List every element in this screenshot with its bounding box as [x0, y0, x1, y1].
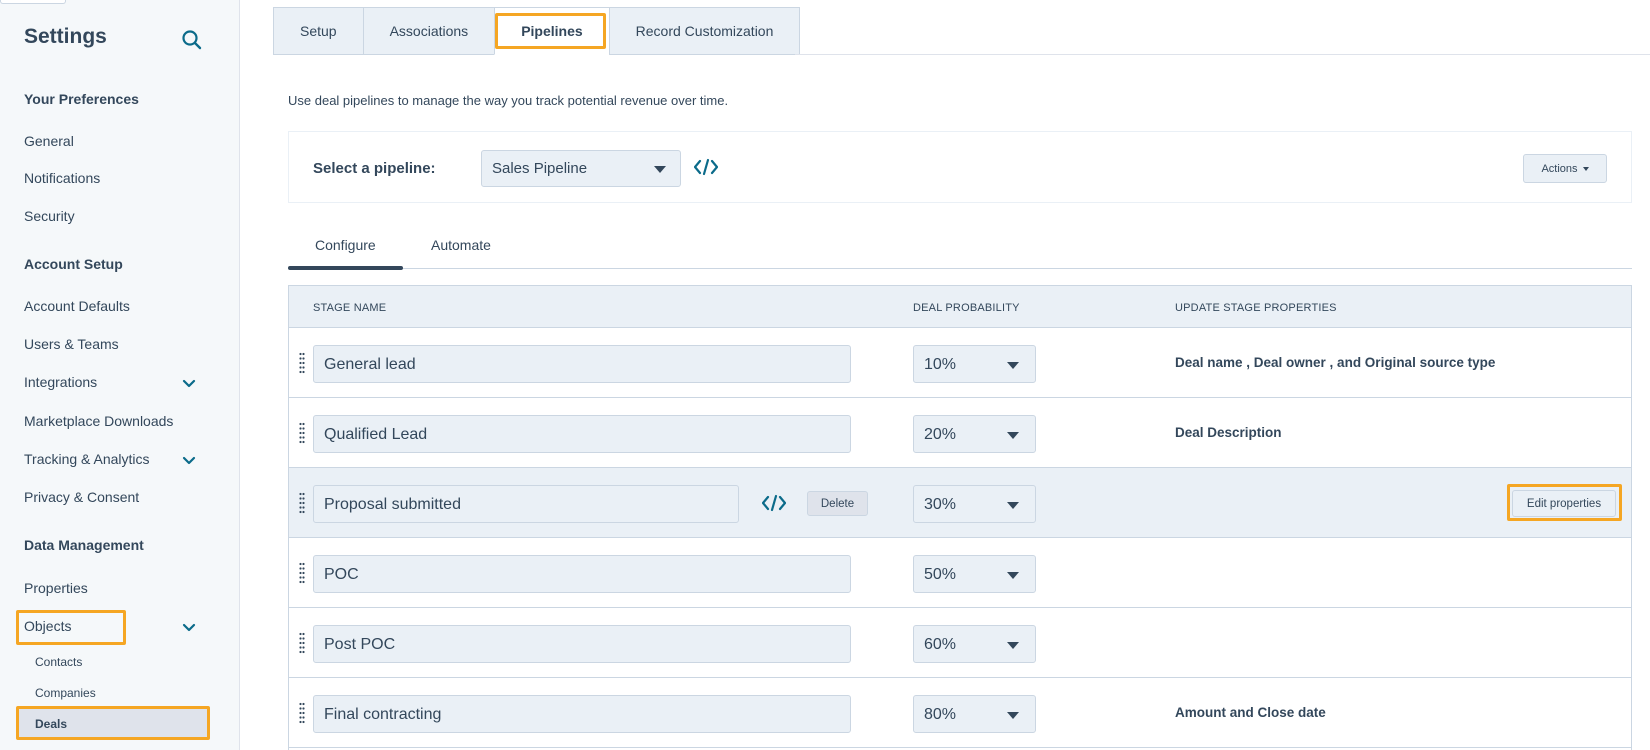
drag-handle-icon[interactable] [299, 352, 305, 374]
deal-probability-dropdown[interactable]: 50% [913, 555, 1036, 593]
stage-name-input[interactable]: Proposal submitted [313, 485, 739, 523]
actions-button-label: Actions [1541, 162, 1578, 175]
stage-name-input[interactable]: General lead [313, 345, 851, 383]
stage-properties-text: Amount and Close date [1175, 705, 1326, 720]
section-data-management: Data Management [24, 537, 144, 553]
table-row[interactable]: Final contracting 80% Amount and Close d… [289, 678, 1631, 748]
drag-handle-icon[interactable] [299, 632, 305, 654]
stage-name-value: Final contracting [324, 706, 442, 723]
stage-name-input[interactable]: Post POC [313, 625, 851, 663]
stage-name-input[interactable]: POC [313, 555, 851, 593]
stage-name-input[interactable]: Final contracting [313, 695, 851, 733]
deal-probability-value: 80% [924, 706, 957, 723]
table-row[interactable]: Proposal submitted Delete 30% Edit prope… [289, 468, 1631, 538]
caret-down-icon [654, 166, 666, 173]
table-row[interactable]: General lead 10% Deal name , Deal owner … [289, 328, 1631, 398]
sidebar-subitem-companies[interactable]: Companies [35, 686, 96, 700]
drag-handle-icon[interactable] [299, 562, 305, 584]
pipeline-dropdown-value: Sales Pipeline [492, 160, 588, 177]
chevron-down-icon[interactable] [181, 621, 197, 633]
stage-name-value: Qualified Lead [324, 426, 428, 443]
deal-probability-value: 10% [924, 356, 957, 373]
stage-name-input[interactable]: Qualified Lead [313, 415, 851, 453]
column-header-deal-probability: DEAL PROBABILITY [913, 302, 1020, 314]
sidebar-item-general[interactable]: General [24, 133, 74, 149]
table-row[interactable]: POC 50% [289, 538, 1631, 608]
stage-name-value: Proposal submitted [324, 496, 461, 513]
tab-automate[interactable]: Automate [431, 237, 491, 253]
chevron-down-icon[interactable] [181, 377, 197, 389]
deal-probability-dropdown[interactable]: 20% [913, 415, 1036, 453]
table-row[interactable]: Qualified Lead 20% Deal Description [289, 398, 1631, 468]
sidebar-subitem-contacts[interactable]: Contacts [35, 655, 82, 669]
caret-down-icon [1007, 712, 1019, 719]
tabs-divider [795, 54, 1650, 55]
deal-probability-value: 20% [924, 426, 957, 443]
sidebar-top-tab[interactable] [0, 0, 66, 4]
sidebar-item-users-teams[interactable]: Users & Teams [24, 336, 119, 352]
caret-down-icon [1007, 362, 1019, 369]
pipeline-dropdown[interactable]: Sales Pipeline [481, 150, 681, 187]
caret-down-icon [1007, 502, 1019, 509]
tab-configure[interactable]: Configure [315, 237, 376, 253]
sidebar-item-notifications[interactable]: Notifications [24, 170, 100, 186]
sidebar-item-marketplace-downloads[interactable]: Marketplace Downloads [24, 413, 173, 429]
pipeline-select-label: Select a pipeline: [313, 160, 436, 177]
settings-sidebar: Settings Your Preferences General Notifi… [0, 0, 240, 750]
section-account-setup: Account Setup [24, 256, 123, 272]
sidebar-item-objects[interactable]: Objects [24, 618, 71, 634]
sub-tabs-divider [288, 268, 1632, 269]
stage-name-value: Post POC [324, 636, 396, 653]
stages-table: STAGE NAME DEAL PROBABILITY UPDATE STAGE… [288, 285, 1632, 750]
stage-name-value: General lead [324, 356, 416, 373]
deal-probability-dropdown[interactable]: 10% [913, 345, 1036, 383]
sidebar-item-account-defaults[interactable]: Account Defaults [24, 298, 130, 314]
code-embed-icon[interactable] [761, 494, 787, 517]
tab-setup[interactable]: Setup [273, 7, 363, 55]
column-header-update-stage-properties: UPDATE STAGE PROPERTIES [1175, 302, 1337, 314]
section-your-preferences: Your Preferences [24, 91, 139, 107]
caret-down-icon [1582, 166, 1589, 171]
tab-record-customization[interactable]: Record Customization [608, 7, 801, 55]
deal-probability-dropdown[interactable]: 80% [913, 695, 1036, 733]
column-header-stage-name: STAGE NAME [313, 302, 387, 314]
intro-text: Use deal pipelines to manage the way you… [288, 93, 729, 108]
table-row[interactable]: Post POC 60% [289, 608, 1631, 678]
deal-probability-value: 30% [924, 496, 957, 513]
tab-associations[interactable]: Associations [362, 7, 495, 55]
drag-handle-icon[interactable] [299, 492, 305, 514]
actions-button[interactable]: Actions [1523, 154, 1607, 183]
sidebar-subitem-deals[interactable]: Deals [35, 717, 67, 731]
deal-probability-dropdown[interactable]: 30% [913, 485, 1036, 523]
delete-stage-button[interactable]: Delete [807, 491, 868, 516]
drag-handle-icon[interactable] [299, 422, 305, 444]
code-embed-icon[interactable] [693, 158, 719, 181]
stage-properties-text: Deal Description [1175, 425, 1282, 440]
edit-properties-button[interactable]: Edit properties [1512, 490, 1616, 517]
sidebar-item-security[interactable]: Security [24, 208, 75, 224]
chevron-down-icon[interactable] [181, 454, 197, 466]
search-icon[interactable] [180, 28, 204, 52]
tab-pipelines[interactable]: Pipelines [494, 7, 609, 55]
sidebar-item-privacy-consent[interactable]: Privacy & Consent [24, 489, 139, 505]
deal-probability-dropdown[interactable]: 60% [913, 625, 1036, 663]
deal-probability-value: 60% [924, 636, 957, 653]
caret-down-icon [1007, 572, 1019, 579]
active-tab-indicator [288, 266, 403, 270]
table-header: STAGE NAME DEAL PROBABILITY UPDATE STAGE… [289, 286, 1631, 328]
caret-down-icon [1007, 642, 1019, 649]
settings-tabs: Setup Associations Pipelines Record Cust… [273, 7, 801, 55]
pipeline-select-bar: Select a pipeline: Sales Pipeline Action… [288, 131, 1632, 203]
stage-name-value: POC [324, 566, 359, 583]
stage-properties-text: Deal name , Deal owner , and Original so… [1175, 355, 1496, 370]
deal-probability-value: 50% [924, 566, 957, 583]
drag-handle-icon[interactable] [299, 702, 305, 724]
sidebar-item-integrations[interactable]: Integrations [24, 374, 97, 390]
sidebar-item-tracking-analytics[interactable]: Tracking & Analytics [24, 451, 150, 467]
caret-down-icon [1007, 432, 1019, 439]
sidebar-item-properties[interactable]: Properties [24, 580, 88, 596]
sidebar-title: Settings [24, 25, 107, 48]
